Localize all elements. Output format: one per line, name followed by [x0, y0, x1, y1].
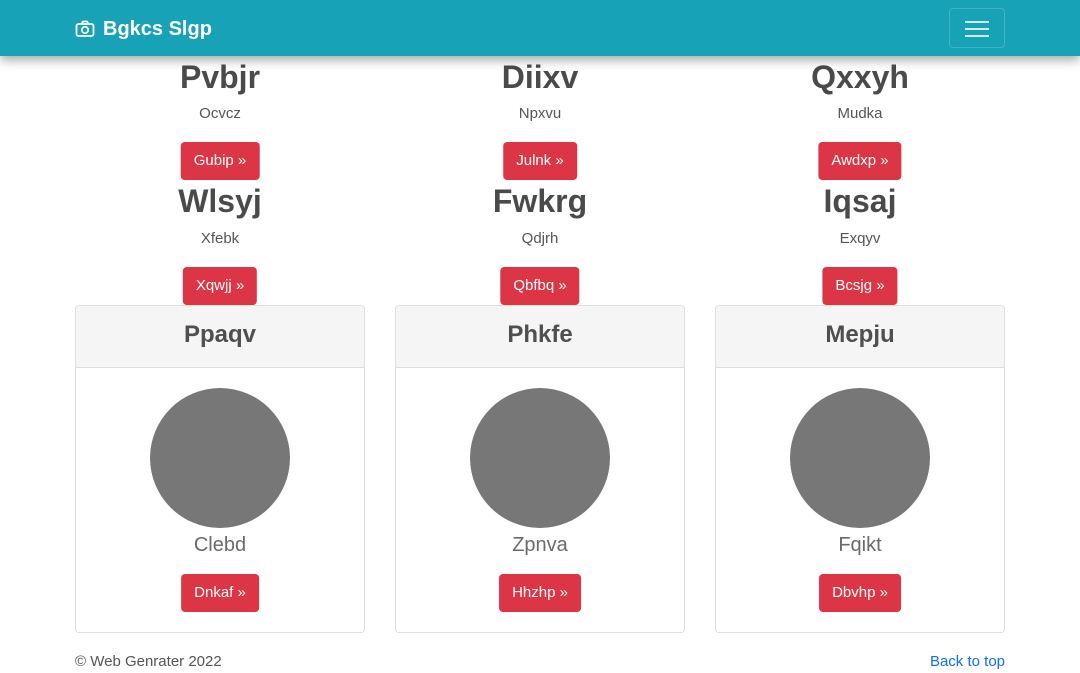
avatar	[790, 388, 930, 528]
feature-title: Qxxyh	[811, 59, 909, 95]
feature-button[interactable]: Xqwjj »	[182, 267, 258, 305]
feature-text: Qdjrh	[521, 230, 559, 247]
feature-title: Wlsyj	[178, 183, 262, 219]
feature-button[interactable]: Qbfbq »	[500, 267, 580, 305]
navbar: Bgkcs Slgp	[0, 0, 1080, 56]
card-name: Fqikt	[838, 534, 882, 556]
feature-text: Ocvcz	[199, 105, 241, 122]
back-to-top-link[interactable]: Back to top	[930, 652, 1005, 672]
feature-text: Mudka	[837, 105, 883, 122]
copyright-text: © Web Genrater 2022	[75, 653, 222, 670]
profile-card: Phkfe Zpnva Hhzhp »	[395, 305, 685, 633]
navbar-toggler-button[interactable]	[949, 8, 1005, 48]
profile-card: Mepju Fqikt Dbvhp »	[715, 305, 1005, 633]
feature-button[interactable]: Bcsjg »	[822, 267, 898, 305]
card-button[interactable]: Hhzhp »	[499, 574, 581, 612]
feature-title: Fwkrg	[492, 183, 588, 219]
profile-card: Ppaqv Clebd Dnkaf »	[75, 305, 365, 633]
card-header: Ppaqv	[76, 306, 364, 368]
feature-button[interactable]: Awdxp »	[818, 142, 902, 180]
feature-text: Npxvu	[518, 105, 562, 122]
feature-button[interactable]: Julnk »	[503, 142, 577, 180]
card-name: Zpnva	[512, 534, 568, 556]
card-button[interactable]: Dbvhp »	[819, 574, 901, 612]
feature-title: Pvbjr	[179, 59, 261, 95]
avatar	[470, 388, 610, 528]
card-name: Clebd	[193, 534, 247, 556]
card-button[interactable]: Dnkaf »	[181, 574, 259, 612]
card-header: Mepju	[716, 306, 1004, 368]
avatar	[150, 388, 290, 528]
feature-title: Diixv	[501, 59, 579, 95]
camera-icon	[75, 20, 95, 37]
feature-title: Iqsaj	[823, 183, 897, 219]
feature-button[interactable]: Gubip »	[180, 142, 260, 180]
brand-link[interactable]: Bgkcs Slgp	[75, 16, 212, 42]
feature-text: Xfebk	[200, 230, 240, 247]
feature-text: Exqyv	[839, 230, 881, 247]
brand-title: Bgkcs Slgp	[103, 18, 212, 40]
card-header: Phkfe	[396, 306, 684, 368]
hamburger-menu-icon	[965, 21, 989, 37]
